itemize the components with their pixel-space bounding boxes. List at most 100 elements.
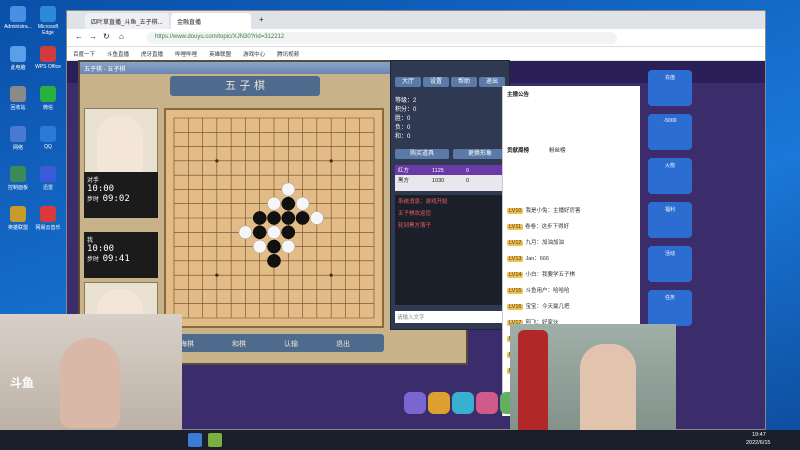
game-chat-line: 轮到黑方落子 [398, 223, 432, 229]
rank-tabs: 贡献周榜 粉丝榜 [507, 146, 637, 154]
promo-box[interactable]: -5000 [648, 114, 692, 150]
streamer-figure-right [580, 344, 636, 444]
fan-badge-icon: LV14 [507, 272, 524, 278]
app-icon [10, 6, 26, 22]
app-icon [10, 86, 26, 102]
rank-tab[interactable]: 贡献周榜 [507, 146, 529, 154]
desktop-icon-label: 微信 [42, 105, 53, 111]
game-action-button[interactable]: 购买道具 [395, 149, 449, 159]
douyu-logo: 斗鱼 [10, 376, 35, 390]
promo-box[interactable]: 活动 [648, 246, 692, 282]
rank-tab[interactable]: 粉丝榜 [549, 146, 566, 154]
game-stat: 等级：2 [395, 98, 417, 104]
desktop-icon[interactable]: QQ [34, 126, 62, 156]
desktop-icon[interactable]: 迅雷 [34, 166, 62, 196]
streamer-figure [60, 338, 120, 428]
star-point [329, 159, 333, 163]
gift-icon[interactable] [476, 392, 498, 414]
black-stone [281, 196, 296, 211]
app-icon [40, 126, 56, 142]
reload-icon[interactable]: ↻ [103, 32, 110, 41]
new-tab-button[interactable]: + [259, 15, 264, 24]
chat-message: LV16 宝宝：今天赢几把 [507, 302, 637, 314]
game-control-button[interactable]: 退出 [336, 339, 350, 349]
promo-box[interactable]: 充值 [648, 70, 692, 106]
opponent-step-time: 09:02 [102, 194, 130, 204]
tab-active[interactable]: 金融直播 [171, 13, 251, 29]
bookmark-item[interactable]: 英雄联盟 [209, 50, 231, 58]
chat-message: LV10 我是小兔：主播好厉害 [507, 206, 637, 218]
bookmark-item[interactable]: 游戏中心 [243, 50, 265, 58]
game-table-row[interactable]: 红方 1125 0 [395, 165, 507, 175]
white-stone [295, 196, 310, 211]
taskbar-app-icon[interactable] [188, 433, 202, 447]
gift-icon[interactable] [428, 392, 450, 414]
game-menu-item[interactable]: 大厅 [395, 77, 421, 87]
game-action-button[interactable]: 更换形象 [453, 149, 507, 159]
fan-badge-icon: LV13 [507, 256, 524, 262]
clock-time: 19:47 [752, 432, 766, 438]
gift-icon[interactable] [404, 392, 426, 414]
desktop-icon[interactable]: Microsoft Edge [34, 6, 62, 36]
app-icon [40, 86, 56, 102]
game-chat-log: 系统消息：游戏开始 五子棋欢迎您 轮到黑方落子 [395, 195, 507, 305]
app-icon [40, 206, 56, 222]
url-input[interactable]: https://www.douyu.com/topic/XJN30?rid=31… [147, 32, 617, 44]
chat-message: LV12 九月：加油加油 [507, 238, 637, 250]
black-stone [252, 225, 267, 240]
bookmark-item[interactable]: 腾讯视频 [277, 50, 299, 58]
game-table-row[interactable]: 黑方 1030 0 [395, 175, 507, 185]
star-point [215, 159, 219, 163]
gomoku-board[interactable] [164, 108, 384, 328]
back-icon[interactable]: ← [75, 32, 83, 41]
fan-badge-icon: LV12 [507, 240, 524, 246]
home-icon[interactable]: ⌂ [119, 32, 124, 41]
address-bar-row: ← → ↻ ⌂ https://www.douyu.com/topic/XJN3… [67, 29, 765, 47]
bookmark-item[interactable]: 哔哩哔哩 [175, 50, 197, 58]
chat-text: 卷卷：这步下得好 [525, 224, 570, 230]
white-stone [252, 239, 267, 254]
chat-text: 九月：加油加油 [525, 240, 564, 246]
game-chat-line: 系统消息：游戏开始 [398, 199, 448, 205]
bookmark-item[interactable]: 百度一下 [73, 50, 95, 58]
chat-text: 宝宝：今天赢几把 [525, 304, 570, 310]
desktop-icon[interactable]: Administra... [4, 6, 32, 36]
bookmark-item[interactable]: 虎牙直播 [141, 50, 163, 58]
chat-text: Jan：666 [525, 256, 549, 262]
tab-douyu[interactable]: 四叶草直播_斗鱼_五子棋... [85, 13, 169, 29]
desktop-icon-label: Microsoft Edge [37, 24, 59, 36]
game-control-button[interactable]: 认输 [284, 339, 298, 349]
desktop-icon[interactable]: 网络 [4, 126, 32, 156]
game-table: 红方 1125 0 黑方 1030 0 [395, 165, 507, 191]
player-info: 我 10:00 步时 09:41 [84, 232, 158, 278]
desktop-icon[interactable]: 微信 [34, 86, 62, 116]
taskbar-app-icon-2[interactable] [208, 433, 222, 447]
star-point [215, 273, 219, 277]
app-icon [10, 166, 26, 182]
game-chat-input[interactable]: 请输入文字 [395, 311, 507, 323]
game-control-button[interactable]: 和棋 [232, 339, 246, 349]
desktop-icon[interactable]: 控制面板 [4, 166, 32, 196]
game-menu-item[interactable]: 设置 [423, 77, 449, 87]
promo-box[interactable]: 火箭 [648, 158, 692, 194]
opponent-label: 对手 [87, 177, 100, 184]
game-menu-item[interactable]: 帮助 [451, 77, 477, 87]
white-stone [281, 182, 296, 197]
black-stone [295, 211, 310, 225]
desktop-icon[interactable]: 回收站 [4, 86, 32, 116]
desktop-icon[interactable]: 英雄联盟 [4, 206, 32, 236]
game-control-button[interactable]: 悔棋 [180, 339, 194, 349]
desktop-icon[interactable]: 此电脑 [4, 46, 32, 76]
promo-box[interactable]: 福利 [648, 202, 692, 238]
game-stat: 积分：0 [395, 107, 417, 113]
gift-icon[interactable] [452, 392, 474, 414]
desktop-icon[interactable]: WPS Office [34, 46, 62, 76]
desktop-icon-label: QQ [44, 144, 52, 150]
game-stat: 胜：0 [395, 116, 411, 122]
desktop-icon[interactable]: 网易云音乐 [34, 206, 62, 236]
promo-box[interactable]: 任务 [648, 290, 692, 326]
opponent-time: 10:00 [87, 184, 115, 194]
bookmark-item[interactable]: 斗鱼直播 [107, 50, 129, 58]
forward-icon[interactable]: → [89, 32, 97, 41]
chat-message: LV13 Jan：666 [507, 254, 637, 266]
